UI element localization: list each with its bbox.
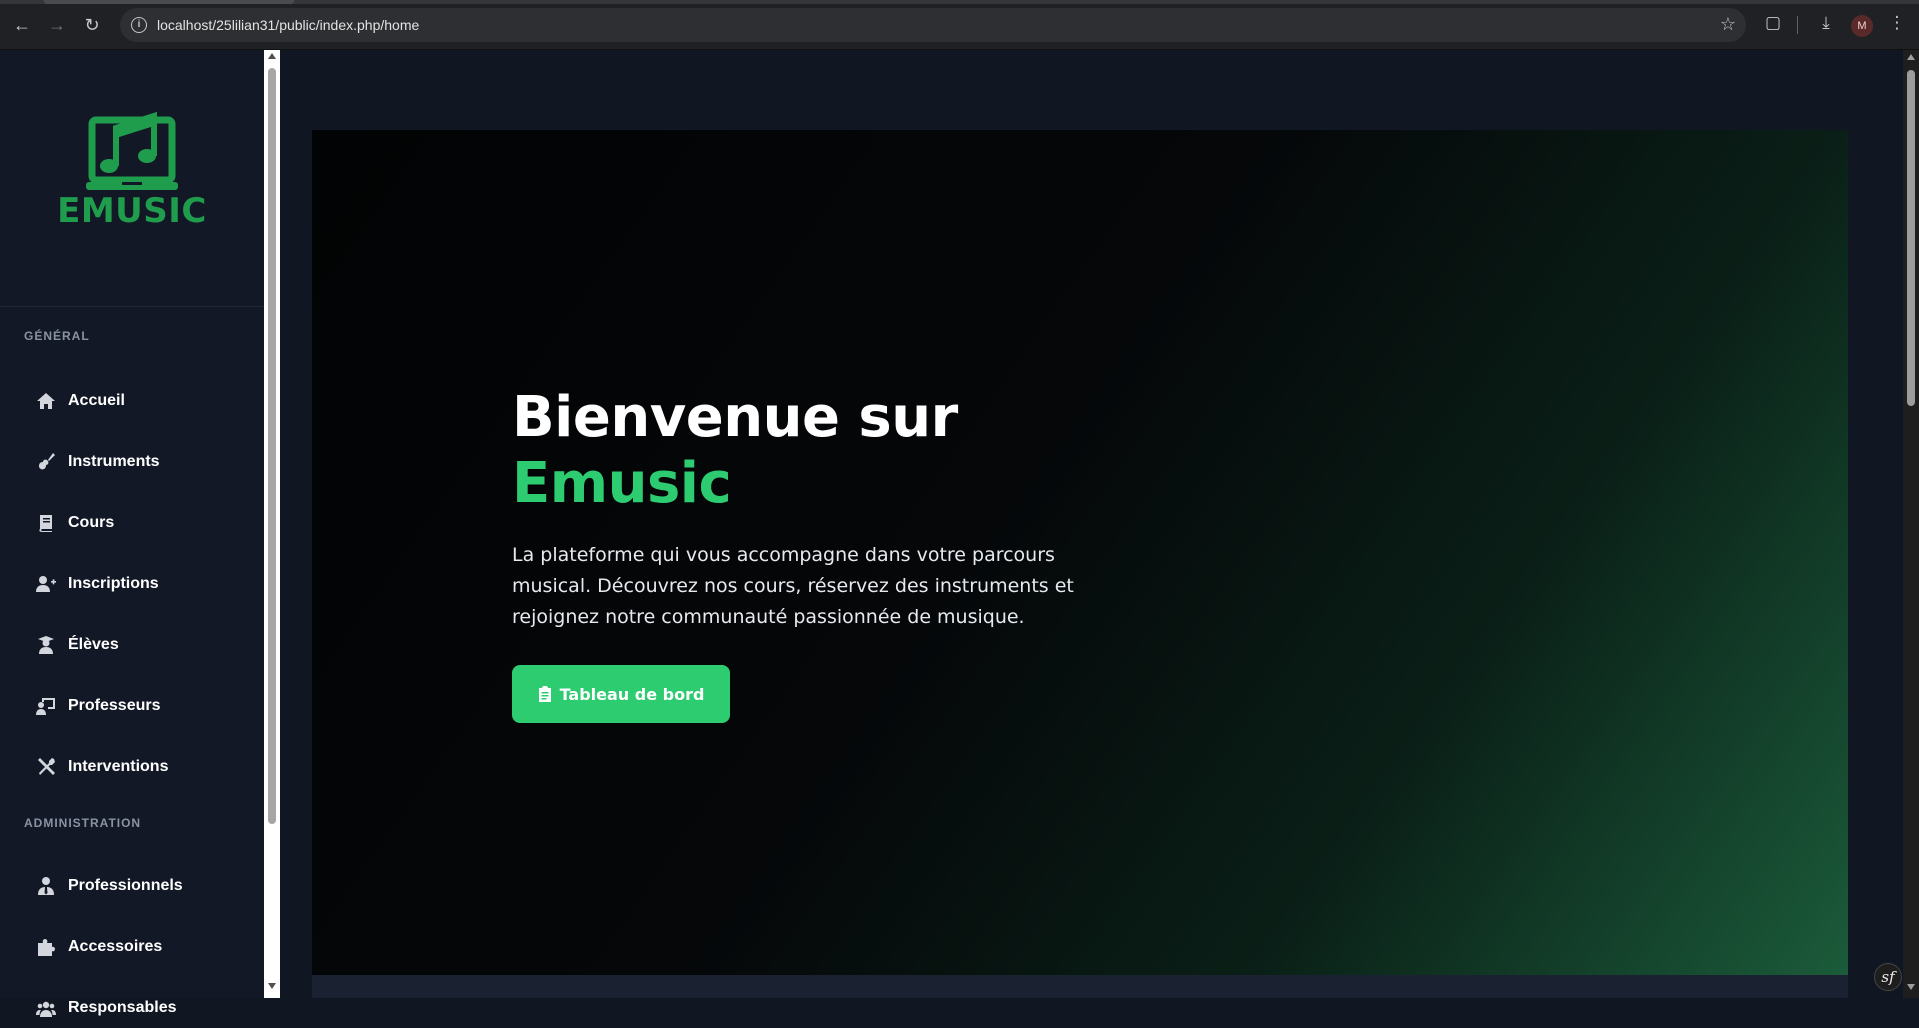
sidebar-item-responsables[interactable]: Responsables — [26, 988, 246, 1028]
logo-area: EMUSIC — [0, 50, 264, 307]
user-tie-icon — [26, 866, 68, 906]
hero-banner: Bienvenue sur Emusic La plateforme qui v… — [312, 130, 1848, 975]
sidebar-item-label: Cours — [68, 514, 115, 531]
hero-title-line1: Bienvenue sur — [512, 385, 958, 450]
scroll-up-arrow-icon[interactable] — [268, 53, 276, 59]
sidebar-scrollbar-thumb[interactable] — [268, 68, 276, 824]
bookmark-star-icon[interactable]: ☆ — [1720, 14, 1736, 35]
sidebar-item-eleves[interactable]: Élèves — [26, 625, 246, 665]
address-url[interactable]: localhost/25lilian31/public/index.php/ho… — [157, 17, 419, 33]
scroll-up-arrow-icon[interactable] — [1907, 54, 1915, 60]
page-scrollbar-thumb[interactable] — [1907, 70, 1915, 406]
symfony-debug-toolbar-icon[interactable]: sf — [1874, 963, 1902, 991]
dashboard-button[interactable]: Tableau de bord — [512, 665, 730, 723]
sidebar-item-label: Inscriptions — [68, 575, 159, 592]
sidebar-item-label: Accueil — [68, 392, 125, 409]
sidebar-item-accueil[interactable]: Accueil — [26, 381, 246, 421]
main-content: Bienvenue sur Emusic La plateforme qui v… — [280, 50, 1903, 998]
reload-icon[interactable]: ↻ — [80, 13, 104, 37]
puzzle-icon — [26, 927, 68, 967]
active-tab-indicator[interactable] — [44, 0, 294, 4]
home-icon — [26, 381, 68, 421]
download-icon[interactable]: ⤓ — [1815, 13, 1837, 33]
sidebar-item-interventions[interactable]: Interventions — [26, 747, 246, 787]
forward-arrow-icon[interactable]: → — [45, 13, 69, 37]
sidebar-item-accessoires[interactable]: Accessoires — [26, 927, 246, 967]
music-laptop-logo-icon — [86, 111, 178, 190]
next-section-edge — [312, 975, 1848, 998]
page-scrollbar[interactable] — [1903, 50, 1919, 998]
scroll-down-arrow-icon[interactable] — [1907, 984, 1915, 990]
sidebar-item-label: Instruments — [68, 453, 160, 470]
sidebar-item-label: Interventions — [68, 758, 169, 775]
extensions-icon[interactable]: ▢ — [1762, 13, 1784, 33]
profile-avatar[interactable]: M — [1851, 15, 1873, 37]
sidebar-item-cours[interactable]: Cours — [26, 503, 246, 543]
hero-title: Bienvenue sur Emusic — [512, 385, 958, 517]
tools-icon — [26, 747, 68, 787]
users-icon — [26, 988, 68, 1028]
sidebar: EMUSIC GÉNÉRAL Accueil Instruments Cours… — [0, 50, 264, 1017]
toolbar-divider — [1797, 16, 1798, 34]
sidebar-item-label: Élèves — [68, 636, 119, 653]
sidebar-item-inscriptions[interactable]: Inscriptions — [26, 564, 246, 604]
back-arrow-icon[interactable]: ← — [10, 13, 34, 37]
brand-name: EMUSIC — [57, 191, 207, 231]
section-label-administration: ADMINISTRATION — [24, 816, 142, 830]
sidebar-scrollbar[interactable] — [264, 50, 280, 998]
site-info-icon[interactable]: i — [131, 17, 147, 33]
tab-strip — [0, 0, 1919, 4]
sidebar-item-label: Professeurs — [68, 697, 161, 714]
sidebar-item-label: Professionnels — [68, 877, 183, 894]
sidebar-item-professeurs[interactable]: Professeurs — [26, 686, 246, 726]
scroll-down-arrow-icon[interactable] — [268, 983, 276, 989]
clipboard-icon — [538, 686, 551, 702]
hero-title-brand: Emusic — [512, 451, 732, 516]
student-icon — [26, 625, 68, 665]
guitar-icon — [26, 442, 68, 482]
browser-toolbar: ← → ↻ i localhost/25lilian31/public/inde… — [0, 0, 1919, 50]
sidebar-item-label: Accessoires — [68, 938, 163, 955]
book-icon — [26, 503, 68, 543]
user-plus-icon — [26, 564, 68, 604]
section-label-general: GÉNÉRAL — [24, 329, 90, 343]
sidebar-item-label: Responsables — [68, 999, 177, 1016]
sidebar-item-professionnels[interactable]: Professionnels — [26, 866, 246, 906]
hero-description: La plateforme qui vous accompagne dans v… — [512, 544, 1074, 628]
dashboard-button-label: Tableau de bord — [559, 684, 705, 704]
teacher-icon — [26, 686, 68, 726]
sidebar-item-instruments[interactable]: Instruments — [26, 442, 246, 482]
more-menu-icon[interactable]: ⋮ — [1886, 13, 1908, 33]
address-bar[interactable]: i localhost/25lilian31/public/index.php/… — [120, 8, 1746, 42]
